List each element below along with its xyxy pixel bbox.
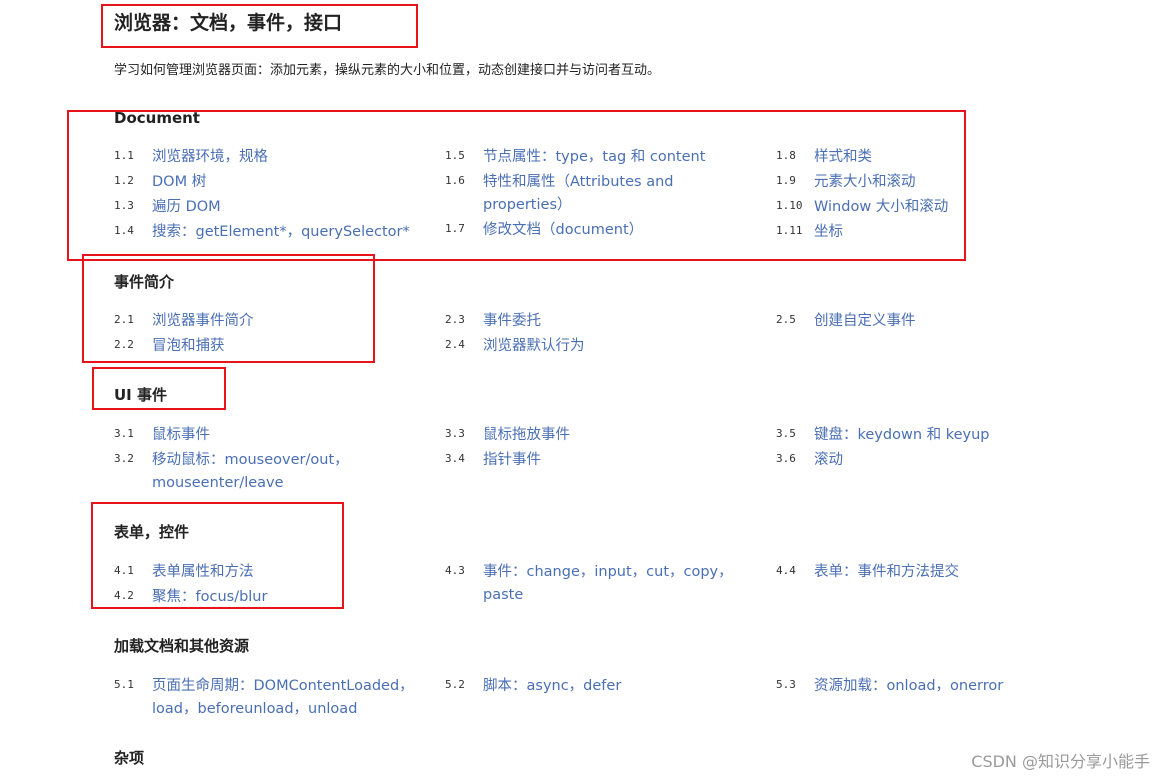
item-link[interactable]: 事件：change，input，cut，copy，paste (483, 561, 745, 607)
item-number: 3.3 (445, 427, 465, 440)
item-link[interactable]: 资源加载：onload，onerror (814, 675, 1076, 698)
item-number: 4.3 (445, 564, 465, 577)
item-link[interactable]: 表单：事件和方法提交 (814, 561, 1076, 584)
item-link[interactable]: 鼠标事件 (152, 424, 414, 447)
item-link[interactable]: 浏览器默认行为 (483, 335, 745, 358)
annotation-box-ui-events (92, 367, 226, 410)
item-number: 5.2 (445, 678, 465, 691)
annotation-box-forms (91, 502, 344, 609)
item-number: 2.5 (776, 313, 796, 326)
item-number: 5.3 (776, 678, 796, 691)
annotation-box-document (67, 110, 966, 261)
item-number: 5.1 (114, 678, 134, 691)
item-link[interactable]: 滚动 (814, 449, 1076, 472)
item-link[interactable]: 指针事件 (483, 449, 745, 472)
item-link[interactable]: 移动鼠标：mouseover/out，mouseenter/leave (152, 449, 392, 495)
item-number: 3.2 (114, 452, 134, 465)
item-number: 3.1 (114, 427, 134, 440)
csdn-watermark: CSDN @知识分享小能手 (971, 752, 1150, 771)
item-number: 4.4 (776, 564, 796, 577)
item-link[interactable]: 键盘：keydown 和 keyup (814, 424, 1076, 447)
item-number: 3.5 (776, 427, 796, 440)
section-title-loading: 加载文档和其他资源 (114, 637, 250, 655)
tutorial-page: 浏览器：文档，事件，接口 学习如何管理浏览器页面：添加元素，操纵元素的大小和位置… (0, 0, 1164, 782)
item-number: 2.4 (445, 338, 465, 351)
item-link[interactable]: 页面生命周期：DOMContentLoaded，load，beforeunloa… (152, 675, 424, 721)
annotation-box-title (101, 4, 418, 48)
item-number: 3.6 (776, 452, 796, 465)
section-title-misc: 杂项 (114, 749, 145, 767)
page-intro: 学习如何管理浏览器页面：添加元素，操纵元素的大小和位置，动态创建接口并与访问者互… (114, 63, 661, 78)
item-link[interactable]: 鼠标拖放事件 (483, 424, 745, 447)
item-number: 3.4 (445, 452, 465, 465)
item-link[interactable]: 事件委托 (483, 310, 745, 333)
annotation-box-events-intro (82, 254, 375, 363)
item-number: 2.3 (445, 313, 465, 326)
item-link[interactable]: 创建自定义事件 (814, 310, 1076, 333)
item-link[interactable]: 脚本：async，defer (483, 675, 745, 698)
